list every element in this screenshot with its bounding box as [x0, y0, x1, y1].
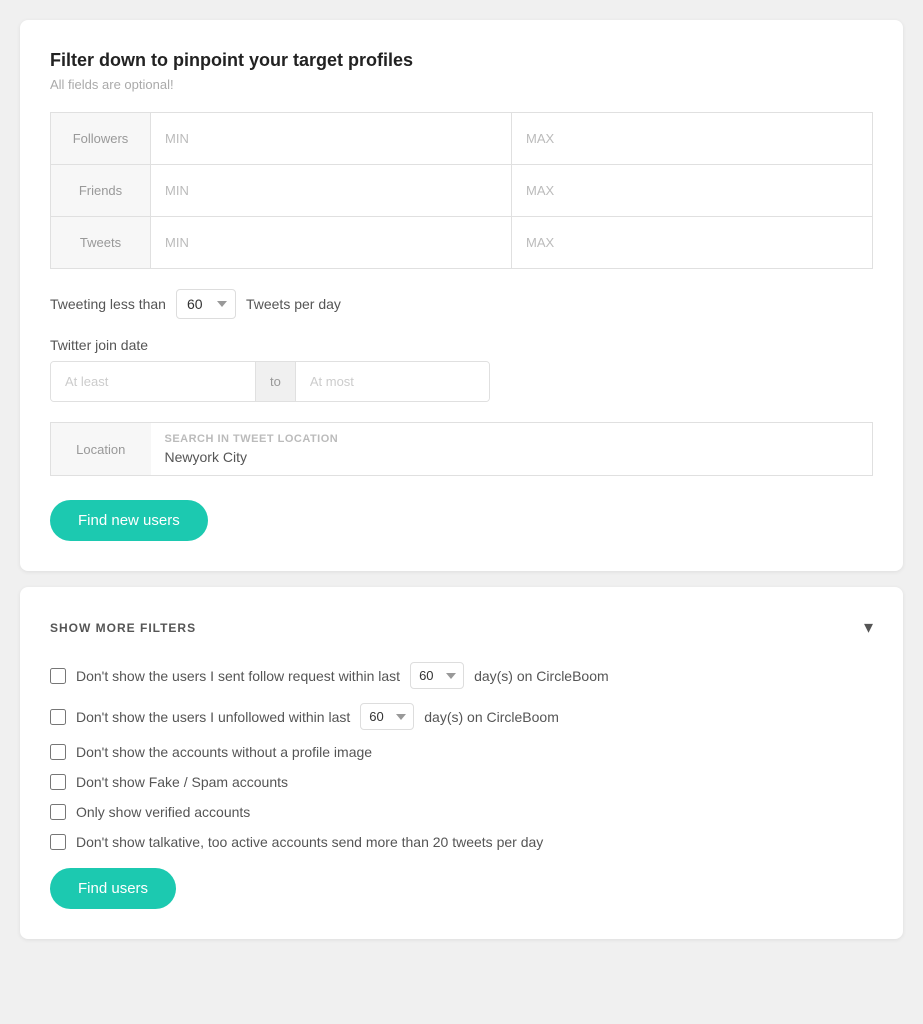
- show-more-title: SHOW MORE FILTERS: [50, 621, 196, 635]
- filter-select-filter2[interactable]: 102030405060708090100: [360, 703, 414, 730]
- filter-checkbox-filter2[interactable]: [50, 709, 66, 725]
- location-input[interactable]: [165, 449, 859, 465]
- page-subtitle: All fields are optional!: [50, 77, 873, 92]
- filter-text-before: Don't show the accounts without a profil…: [76, 744, 372, 760]
- filter-text-before: Don't show Fake / Spam accounts: [76, 774, 288, 790]
- min-input[interactable]: [151, 217, 511, 268]
- location-table: Location SEARCH IN TWEET LOCATION: [50, 422, 873, 476]
- filter-text-before: Don't show talkative, too active account…: [76, 834, 543, 850]
- filter-text-after: day(s) on CircleBoom: [424, 709, 559, 725]
- chevron-down-icon: ▾: [864, 617, 873, 638]
- filter-check-row: Don't show the users I sent follow reque…: [50, 662, 873, 689]
- tweeting-row: Tweeting less than 102030405060708090100…: [50, 289, 873, 319]
- tweeting-prefix: Tweeting less than: [50, 296, 166, 312]
- tweeting-select[interactable]: 102030405060708090100: [176, 289, 236, 319]
- page-title: Filter down to pinpoint your target prof…: [50, 50, 873, 71]
- filters-section: Don't show the users I sent follow reque…: [50, 662, 873, 868]
- followers-friends-tweets-table: Followers Friends Tweets: [50, 112, 873, 269]
- min-input[interactable]: [151, 165, 511, 216]
- filter-checkbox-filter1[interactable]: [50, 668, 66, 684]
- filter-check-row: Don't show the accounts without a profil…: [50, 744, 873, 760]
- max-input[interactable]: [512, 165, 872, 216]
- max-input[interactable]: [512, 217, 872, 268]
- filter-checkbox-filter5[interactable]: [50, 804, 66, 820]
- find-new-users-button[interactable]: Find new users: [50, 500, 208, 541]
- filter-checkbox-filter3[interactable]: [50, 744, 66, 760]
- at-most-input[interactable]: [296, 362, 490, 401]
- filter-checkbox-filter6[interactable]: [50, 834, 66, 850]
- filter-text-before: Only show verified accounts: [76, 804, 250, 820]
- find-users-button[interactable]: Find users: [50, 868, 176, 909]
- date-range-row: to: [50, 361, 490, 402]
- table-row: Tweets: [51, 217, 873, 269]
- filter-check-row: Don't show the users I unfollowed within…: [50, 703, 873, 730]
- location-label: Location: [51, 423, 151, 476]
- filter-check-row: Don't show Fake / Spam accounts: [50, 774, 873, 790]
- row-label: Tweets: [51, 217, 151, 269]
- location-search-label: SEARCH IN TWEET LOCATION: [165, 433, 859, 445]
- show-more-header[interactable]: SHOW MORE FILTERS ▾: [50, 617, 873, 638]
- filter-check-row: Only show verified accounts: [50, 804, 873, 820]
- table-row: Friends: [51, 165, 873, 217]
- join-date-label: Twitter join date: [50, 337, 873, 353]
- table-row: Followers: [51, 113, 873, 165]
- more-filters-card: SHOW MORE FILTERS ▾ Don't show the users…: [20, 587, 903, 939]
- filter-check-row: Don't show talkative, too active account…: [50, 834, 873, 850]
- filter-text-after: day(s) on CircleBoom: [474, 668, 609, 684]
- row-label: Friends: [51, 165, 151, 217]
- min-input[interactable]: [151, 113, 511, 164]
- date-separator: to: [255, 362, 296, 401]
- filter-text-before: Don't show the users I sent follow reque…: [76, 668, 400, 684]
- main-filter-card: Filter down to pinpoint your target prof…: [20, 20, 903, 571]
- filter-select-filter1[interactable]: 102030405060708090100: [410, 662, 464, 689]
- row-label: Followers: [51, 113, 151, 165]
- tweeting-suffix: Tweets per day: [246, 296, 341, 312]
- at-least-input[interactable]: [51, 362, 255, 401]
- filter-checkbox-filter4[interactable]: [50, 774, 66, 790]
- max-input[interactable]: [512, 113, 872, 164]
- filter-text-before: Don't show the users I unfollowed within…: [76, 709, 350, 725]
